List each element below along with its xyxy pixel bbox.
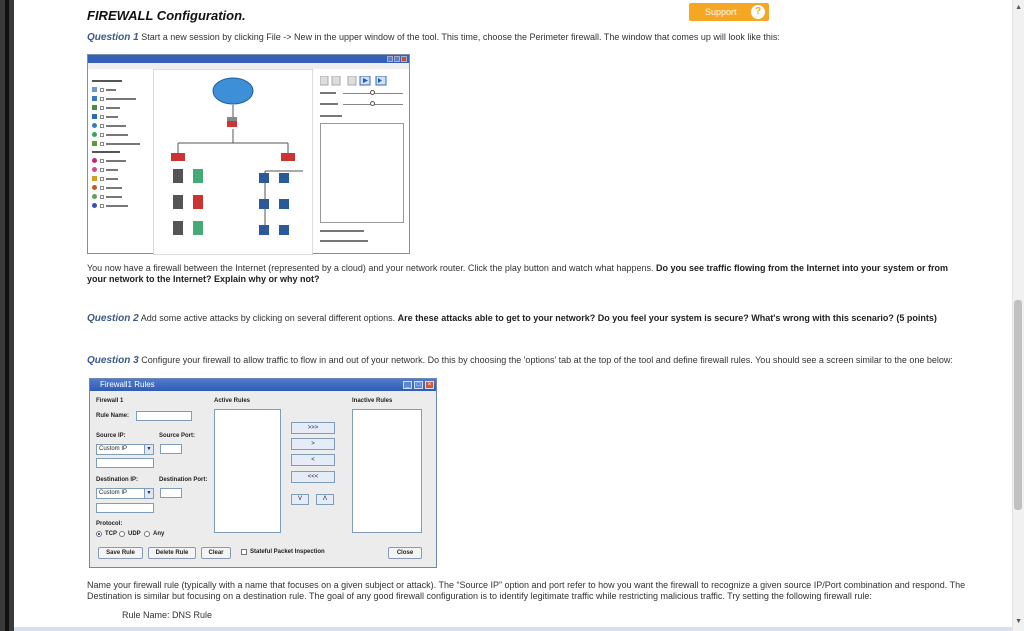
active-rules-list[interactable] [214, 409, 281, 533]
question-3-text: Configure your firewall to allow traffic… [138, 355, 953, 365]
traffic-options-panel [92, 77, 152, 210]
clear-button[interactable]: Clear [201, 547, 231, 559]
rule-name-label: Rule Name: [96, 413, 130, 419]
network-firewall-screenshot [87, 54, 410, 255]
chevron-down-icon: ▼ [144, 489, 153, 498]
destination-ip-select-value: Custom IP [99, 490, 128, 496]
playback-controls[interactable] [319, 75, 404, 93]
question-3-label: Question 3 [87, 355, 139, 366]
protocol-label: Protocol: [96, 521, 123, 527]
inactive-rules-list[interactable] [352, 409, 422, 533]
rule-name-input[interactable] [136, 411, 192, 421]
source-ip-input[interactable] [96, 458, 154, 468]
move-all-left-button[interactable]: <<< [291, 471, 335, 483]
destination-port-input[interactable] [160, 488, 182, 498]
question-1-label: Question 1 [87, 32, 139, 43]
question-2-bold: Are these attacks able to get to your ne… [397, 313, 937, 323]
rules-window-title: Firewall1 Rules [100, 380, 155, 389]
save-rule-button[interactable]: Save Rule [98, 547, 143, 559]
stateful-inspection-checkbox[interactable]: Stateful Packet Inspection [241, 549, 325, 555]
scrollbar-thumb[interactable] [1014, 300, 1022, 510]
question-1: Question 1 Start a new session by clicki… [87, 32, 967, 43]
question-1-followup: You now have a firewall between the Inte… [87, 263, 967, 285]
udp-radio[interactable]: UDP [119, 531, 141, 537]
question-icon: ? [751, 5, 765, 19]
delete-rule-button[interactable]: Delete Rule [148, 547, 196, 559]
firewall-log [320, 123, 404, 223]
any-radio[interactable]: Any [144, 531, 164, 537]
bottom-bar [14, 627, 1012, 631]
network-diagram [153, 69, 313, 255]
question-2-label: Question 2 [87, 313, 139, 324]
maximize-icon[interactable]: □ [414, 381, 423, 389]
followup-3-text: Name your firewall rule (typically with … [87, 580, 966, 601]
active-rules-label: Active Rules [214, 398, 251, 404]
question-3: Question 3 Configure your firewall to al… [87, 355, 967, 366]
rule-name-line: Rule Name: DNS Rule [122, 610, 213, 620]
chevron-down-icon: ▼ [144, 445, 153, 454]
question-2-text: Add some active attacks by clicking on s… [138, 313, 398, 323]
tcp-radio[interactable]: TCP [96, 531, 117, 537]
support-button[interactable]: Support ? [689, 3, 769, 21]
minimize-icon[interactable]: _ [403, 381, 412, 389]
page-title: FIREWALL Configuration. [87, 8, 246, 23]
inactive-rules-label: Inactive Rules [352, 398, 393, 404]
scroll-down-icon[interactable]: ▼ [1015, 618, 1022, 625]
destination-ip-select[interactable]: Custom IP ▼ [96, 488, 154, 499]
destination-ip-label: Destination IP: [96, 477, 139, 483]
question-3-followup: Name your firewall rule (typically with … [87, 580, 967, 602]
destination-port-label: Destination Port: [159, 477, 208, 483]
move-down-button[interactable]: V [291, 494, 309, 505]
support-label: Support [705, 7, 737, 17]
document-content: FIREWALL Configuration. Support ? Questi… [87, 0, 977, 631]
page-scrollbar[interactable]: ▲ ▼ [1012, 0, 1024, 631]
source-port-label: Source Port: [159, 433, 196, 439]
firewall-label: Firewall 1 [96, 398, 124, 404]
move-up-button[interactable]: Λ [316, 494, 334, 505]
destination-ip-input[interactable] [96, 503, 154, 513]
source-port-input[interactable] [160, 444, 182, 454]
close-button[interactable]: Close [388, 547, 422, 559]
source-ip-select[interactable]: Custom IP ▼ [96, 444, 154, 455]
firewall-rules-window: Firewall1 Rules _ □ × Firewall 1 Active … [89, 378, 437, 568]
move-all-right-button[interactable]: >>> [291, 422, 335, 434]
move-right-button[interactable]: > [291, 438, 335, 450]
question-2: Question 2 Add some active attacks by cl… [87, 313, 967, 324]
left-rail [0, 0, 14, 631]
followup-text: You now have a firewall between the Inte… [87, 263, 657, 273]
source-ip-label: Source IP: [96, 433, 126, 439]
move-left-button[interactable]: < [291, 454, 335, 466]
question-1-text: Start a new session by clicking File -> … [138, 32, 780, 42]
close-icon[interactable]: × [425, 381, 434, 389]
scroll-up-icon[interactable]: ▲ [1015, 4, 1022, 11]
rules-titlebar: Firewall1 Rules _ □ × [90, 379, 436, 391]
source-ip-select-value: Custom IP [99, 446, 128, 452]
